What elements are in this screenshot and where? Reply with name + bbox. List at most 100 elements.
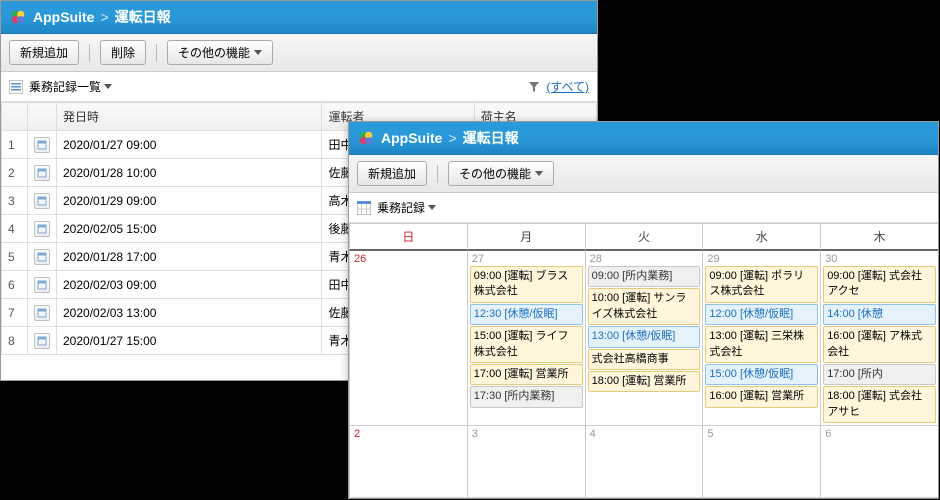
calendar-event[interactable]: 12:30 [休憩/仮眠] xyxy=(470,304,583,325)
calendar-event[interactable]: 15:00 [休憩/仮眠] xyxy=(705,364,818,385)
detail-cell xyxy=(28,271,57,299)
calendar-event[interactable]: 13:00 [休憩/仮眠] xyxy=(588,326,701,347)
calendar-date: 29 xyxy=(705,253,818,265)
calendar-event[interactable]: 18:00 [運転] 営業所 xyxy=(588,371,701,392)
calendar-cell[interactable]: 26 xyxy=(349,251,467,426)
calendar-cell[interactable]: 2709:00 [運転] ブラス株式会社12:30 [休憩/仮眠]15:00 [… xyxy=(467,251,585,426)
row-index: 2 xyxy=(2,159,28,187)
other-functions-label: その他の機能 xyxy=(459,165,531,182)
other-functions-button[interactable]: その他の機能 xyxy=(167,40,273,65)
toolbar-divider xyxy=(89,44,90,62)
col-datetime[interactable]: 発日時 xyxy=(57,103,322,131)
detail-icon[interactable] xyxy=(34,193,50,209)
cell-datetime: 2020/01/28 17:00 xyxy=(57,243,322,271)
calendar-cell[interactable]: 2909:00 [運転] ポラリス株式会社12:00 [休憩/仮眠]13:00 … xyxy=(702,251,820,426)
delete-button[interactable]: 削除 xyxy=(100,40,146,65)
dow-sun: 日 xyxy=(349,224,467,251)
chevron-down-icon xyxy=(428,205,436,210)
detail-cell xyxy=(28,159,57,187)
other-functions-button[interactable]: その他の機能 xyxy=(448,161,554,186)
row-index: 7 xyxy=(2,299,28,327)
page-title: 運転日報 xyxy=(115,7,171,27)
chevron-down-icon xyxy=(254,50,262,55)
row-index: 4 xyxy=(2,215,28,243)
calendar-event[interactable]: 17:00 [所内 xyxy=(823,364,936,385)
new-record-button[interactable]: 新規追加 xyxy=(9,40,79,65)
calendar-event[interactable]: 09:00 [運転] 式会社アクセ xyxy=(823,266,936,303)
calendar-event[interactable]: 09:00 [運転] ブラス株式会社 xyxy=(470,266,583,303)
row-index: 6 xyxy=(2,271,28,299)
calendar-cell[interactable]: 2 xyxy=(349,426,467,498)
cell-datetime: 2020/01/29 09:00 xyxy=(57,187,322,215)
cell-datetime: 2020/01/28 10:00 xyxy=(57,159,322,187)
calendar-event[interactable]: 16:00 [運転] 営業所 xyxy=(705,386,818,407)
detail-cell xyxy=(28,327,57,355)
calendar-event[interactable]: 09:00 [所内業務] xyxy=(588,266,701,287)
calendar-cell[interactable]: 4 xyxy=(585,426,703,498)
calendar-cell[interactable]: 5 xyxy=(702,426,820,498)
calendar-date: 30 xyxy=(823,253,936,265)
calendar-header: 日 月 火 水 木 xyxy=(349,223,938,251)
calendar-event[interactable]: 15:00 [運転] ライフ株式会社 xyxy=(470,326,583,363)
toolbar: 新規追加 その他の機能 xyxy=(349,155,938,193)
calendar-event[interactable]: 10:00 [運転] サンライズ株式会社 xyxy=(588,288,701,325)
cell-datetime: 2020/01/27 15:00 xyxy=(57,327,322,355)
calendar-event[interactable]: 17:30 [所内業務] xyxy=(470,386,583,407)
detail-cell xyxy=(28,131,57,159)
calendar-event[interactable]: 17:00 [運転] 営業所 xyxy=(470,364,583,385)
row-index: 8 xyxy=(2,327,28,355)
detail-icon[interactable] xyxy=(34,137,50,153)
filter-icon[interactable] xyxy=(528,81,540,93)
filter-all-link[interactable]: (すべて) xyxy=(546,78,589,95)
sub-toolbar: 乗務記録一覧 (すべて) xyxy=(1,72,597,102)
calendar-date: 27 xyxy=(470,253,583,265)
calendar-date: 2 xyxy=(352,428,465,440)
list-view-label: 乗務記録 xyxy=(377,199,425,216)
cell-datetime: 2020/01/27 09:00 xyxy=(57,131,322,159)
row-index: 5 xyxy=(2,243,28,271)
calendar-event[interactable]: 12:00 [休憩/仮眠] xyxy=(705,304,818,325)
calendar-event[interactable]: 18:00 [運転] 式会社アサヒ xyxy=(823,386,936,423)
cell-datetime: 2020/02/05 15:00 xyxy=(57,215,322,243)
calendar-event[interactable]: 式会社高橋商事 xyxy=(588,349,701,370)
cell-datetime: 2020/02/03 09:00 xyxy=(57,271,322,299)
calendar-date: 26 xyxy=(352,253,465,265)
dow-thu: 木 xyxy=(820,224,938,251)
calendar-date: 28 xyxy=(588,253,701,265)
cell-datetime: 2020/02/03 13:00 xyxy=(57,299,322,327)
calendar-date: 3 xyxy=(470,428,583,440)
calendar-event[interactable]: 16:00 [運転] ア株式会社 xyxy=(823,326,936,363)
col-detail xyxy=(28,103,57,131)
detail-icon[interactable] xyxy=(34,333,50,349)
calendar-cell[interactable]: 3 xyxy=(467,426,585,498)
calendar-cell[interactable]: 3009:00 [運転] 式会社アクセ14:00 [休憩16:00 [運転] ア… xyxy=(820,251,938,426)
list-view-label: 乗務記録一覧 xyxy=(29,78,101,95)
sub-toolbar: 乗務記録 xyxy=(349,193,938,223)
detail-icon[interactable] xyxy=(34,165,50,181)
calendar-event[interactable]: 09:00 [運転] ポラリス株式会社 xyxy=(705,266,818,303)
chevron-down-icon xyxy=(535,171,543,176)
calendar-week-2: 23456 xyxy=(349,426,938,498)
calendar-date: 4 xyxy=(588,428,701,440)
calendar-cell[interactable]: 2809:00 [所内業務]10:00 [運転] サンライズ株式会社13:00 … xyxy=(585,251,703,426)
calendar-cell[interactable]: 6 xyxy=(820,426,938,498)
toolbar: 新規追加 削除 その他の機能 xyxy=(1,34,597,72)
detail-cell xyxy=(28,299,57,327)
app-name: AppSuite xyxy=(381,130,442,146)
detail-cell xyxy=(28,187,57,215)
app-name: AppSuite xyxy=(33,9,94,25)
other-functions-label: その他の機能 xyxy=(178,44,250,61)
detail-icon[interactable] xyxy=(34,277,50,293)
list-view-selector[interactable]: 乗務記録 xyxy=(377,199,436,216)
calendar-event[interactable]: 14:00 [休憩 xyxy=(823,304,936,325)
new-record-button[interactable]: 新規追加 xyxy=(357,161,427,186)
page-title: 運転日報 xyxy=(463,128,519,148)
detail-icon[interactable] xyxy=(34,221,50,237)
list-view-selector[interactable]: 乗務記録一覧 xyxy=(29,78,112,95)
calendar-event[interactable]: 13:00 [運転] 三栄株式会社 xyxy=(705,326,818,363)
detail-icon[interactable] xyxy=(34,305,50,321)
detail-icon[interactable] xyxy=(34,249,50,265)
window-calendar-view: AppSuite > 運転日報 新規追加 その他の機能 乗務記録 日 月 火 水… xyxy=(348,121,939,499)
breadcrumb-chevron-icon: > xyxy=(448,130,456,146)
calendar-date: 6 xyxy=(823,428,936,440)
